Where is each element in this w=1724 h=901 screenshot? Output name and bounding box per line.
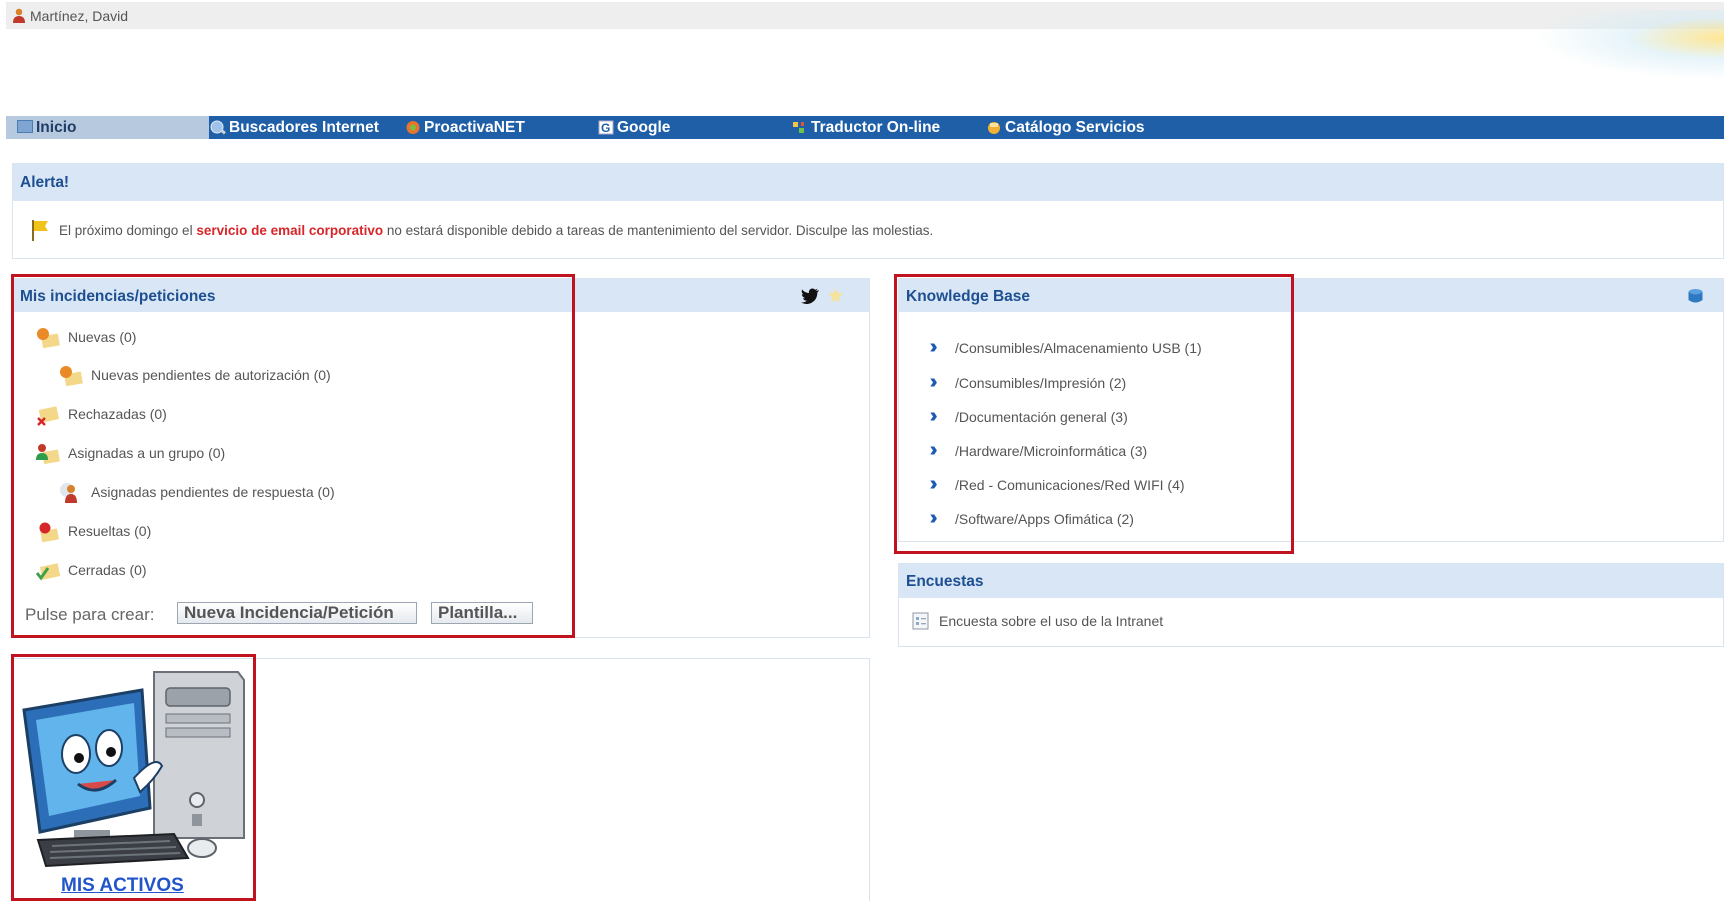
alert-message: El próximo domingo el servicio de email … [59, 223, 933, 238]
top-nav: Inicio Buscadores Internet ProactivaNET … [6, 116, 1724, 139]
catalog-icon [988, 122, 1000, 134]
nav-label: Google [617, 119, 671, 136]
alert-text: El próximo domingo el [59, 223, 197, 238]
flag-icon [32, 220, 48, 241]
twitter-icon[interactable] [801, 288, 820, 304]
nav-label: Traductor On-line [811, 119, 941, 136]
survey-form-icon [912, 612, 929, 630]
nav-label: ProactivaNET [424, 119, 525, 136]
nav-item-catalogo[interactable]: Catálogo Servicios [986, 116, 1145, 139]
incidents-highlight-frame [11, 274, 575, 638]
nav-item-inicio[interactable]: Inicio [6, 116, 209, 139]
home-icon [17, 120, 33, 133]
svg-text:G: G [601, 121, 610, 135]
star-icon[interactable] [827, 287, 844, 304]
survey-label: Encuesta sobre el uso de la Intranet [939, 613, 1164, 629]
assets-highlight-frame [11, 654, 256, 901]
user-bar: Martínez, David [6, 2, 1724, 29]
google-icon: G [598, 120, 614, 135]
alert-header: Alerta! [13, 164, 1723, 201]
alert-text: no estará disponible debido a tareas de … [383, 223, 934, 238]
search-globe-icon [210, 120, 226, 135]
database-icon[interactable] [1687, 288, 1704, 304]
proactivanet-icon [406, 121, 420, 134]
nav-item-buscadores[interactable]: Buscadores Internet [210, 116, 379, 139]
alert-title: Alerta! [20, 174, 70, 191]
nav-item-traductor[interactable]: Traductor On-line [792, 116, 940, 139]
knowledge-base-highlight-frame [894, 274, 1294, 554]
surveys-title: Encuestas [906, 573, 984, 590]
nav-label: Catálogo Servicios [1005, 119, 1145, 136]
nav-item-proactivanet[interactable]: ProactivaNET [405, 116, 525, 139]
translator-icon [793, 122, 804, 133]
nav-label: Buscadores Internet [229, 119, 379, 136]
surveys-header: Encuestas [899, 564, 1723, 598]
nav-item-google[interactable]: G Google [598, 116, 670, 139]
user-icon [13, 8, 25, 23]
surveys-panel: Encuestas Encuesta sobre el uso de la In… [898, 563, 1724, 647]
header-decoration [1534, 10, 1724, 80]
alert-highlight: servicio de email corporativo [196, 223, 384, 238]
user-name: Martínez, David [30, 8, 129, 24]
nav-label: Inicio [36, 119, 77, 136]
alert-panel: Alerta! El próximo domingo el servicio d… [12, 163, 1724, 259]
